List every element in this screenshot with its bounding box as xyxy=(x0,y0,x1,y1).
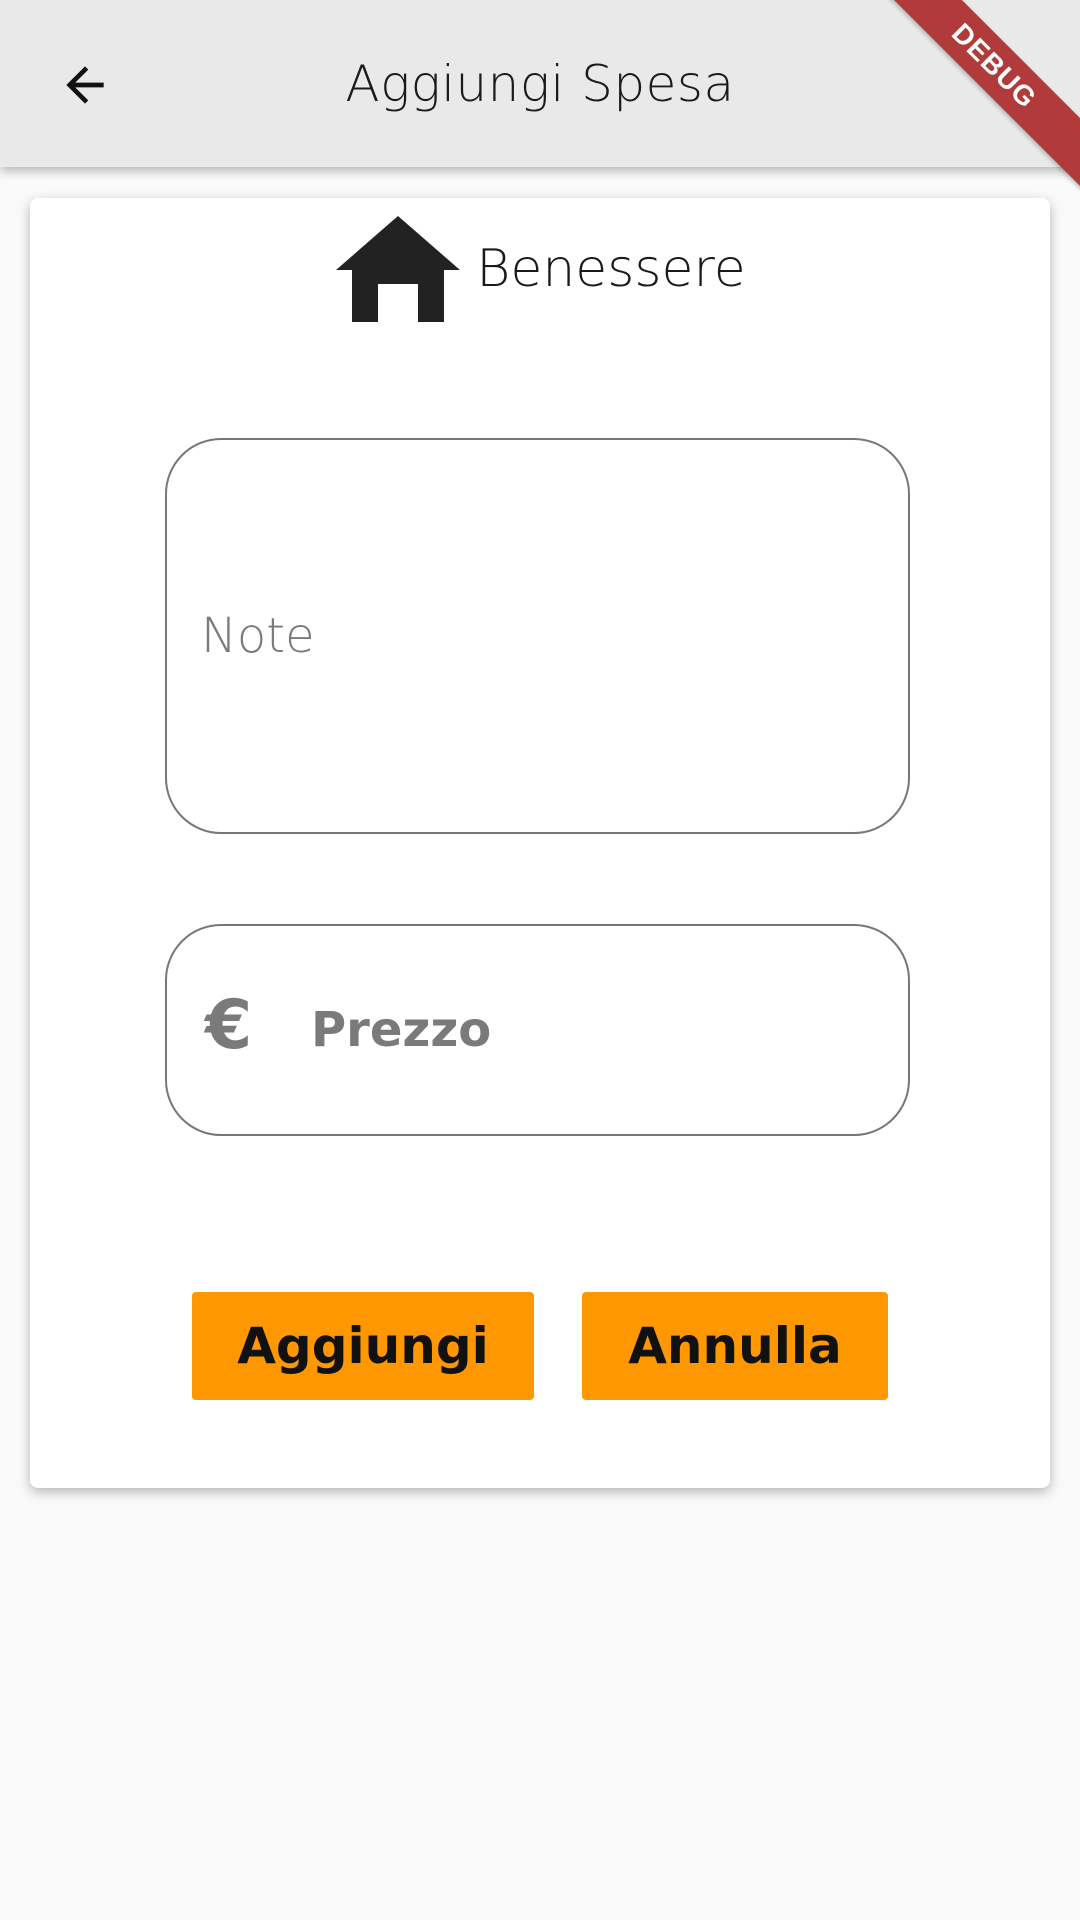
app-bar: Aggiungi Spesa xyxy=(0,0,1080,167)
home-icon xyxy=(336,216,461,322)
category-label: Benessere xyxy=(476,239,746,299)
add-button[interactable]: Aggiungi xyxy=(192,1292,534,1400)
expense-form-card: Benessere € Aggiungi Annulla xyxy=(30,198,1050,1488)
note-field[interactable] xyxy=(165,438,910,834)
price-input[interactable] xyxy=(309,994,876,1066)
note-input[interactable] xyxy=(199,600,876,672)
category-header: Benessere xyxy=(30,214,1050,324)
cancel-button[interactable]: Annulla xyxy=(582,1292,888,1400)
page-title: Aggiungi Spesa xyxy=(345,55,735,113)
price-field[interactable]: € xyxy=(165,924,910,1136)
euro-icon: € xyxy=(205,986,253,1065)
